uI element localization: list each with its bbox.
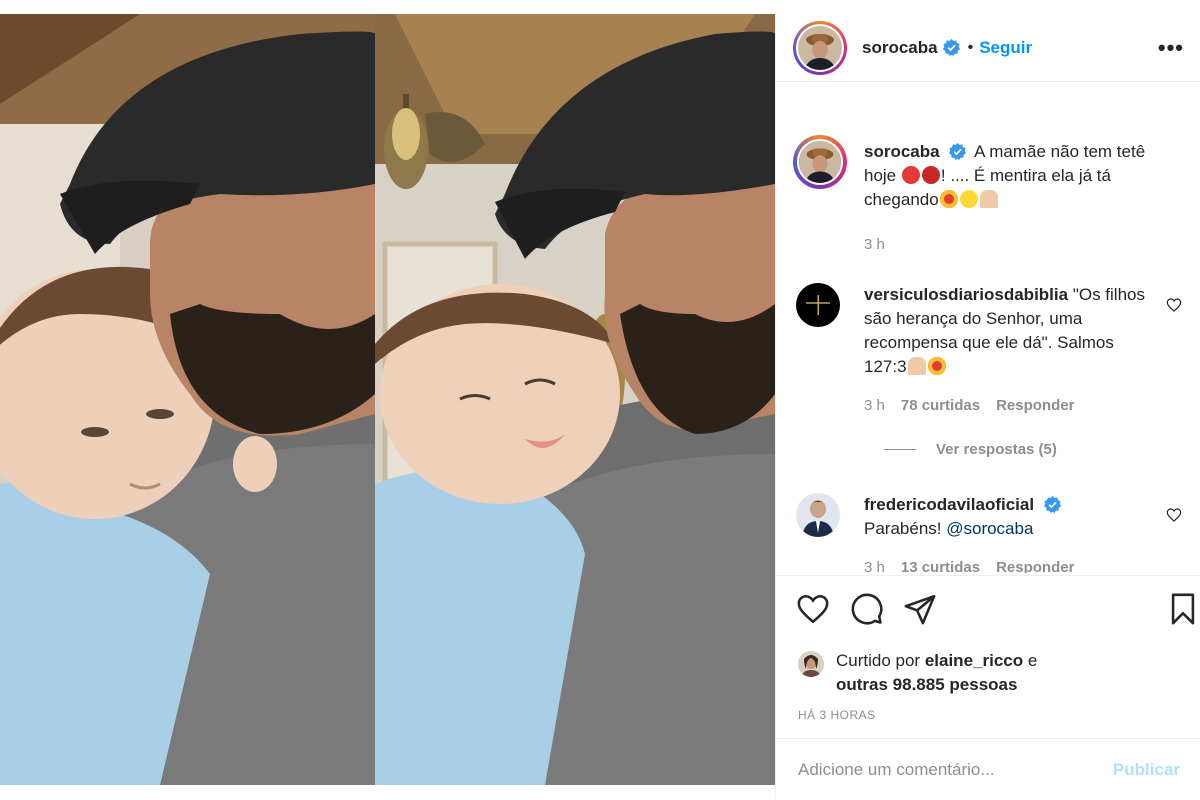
liker-avatar[interactable] <box>798 651 824 677</box>
folded-hands-emoji-icon <box>907 357 926 375</box>
post-panel: sorocaba • Seguir ••• sorocaba A mamãe n… <box>775 14 1200 800</box>
comment-item: fredericodavilaoficial Parabéns! @soroca… <box>796 493 1200 573</box>
comment-body: Parabéns! <box>864 519 947 538</box>
comment-meta: 3 h 13 curtidas Responder <box>864 559 1074 573</box>
heart-eyes-emoji-icon <box>927 357 946 375</box>
liker-username[interactable]: elaine_ricco <box>925 651 1023 670</box>
comment-icon[interactable] <box>850 592 884 626</box>
follow-button[interactable]: Seguir <box>979 38 1032 58</box>
likes-summary: Curtido por elaine_ricco e outras 98.885… <box>798 649 1180 697</box>
comment-composer: Publicar <box>776 738 1200 800</box>
comments-list[interactable]: sorocaba A mamãe não tem tetê hoje ! ...… <box>776 83 1200 573</box>
verified-badge-icon <box>949 143 967 160</box>
caption-text: sorocaba A mamãe não tem tetê hoje ! ...… <box>864 140 1155 212</box>
photo-right <box>375 14 775 785</box>
likes-text: Curtido por elaine_ricco e outras 98.885… <box>836 649 1180 697</box>
comment-time: 3 h <box>864 397 885 414</box>
heart-eyes-emoji-icon <box>939 190 958 208</box>
caption-username[interactable]: sorocaba <box>864 142 940 161</box>
comment-likes[interactable]: 13 curtidas <box>901 559 980 573</box>
more-options-icon[interactable]: ••• <box>1158 36 1184 59</box>
heart-icon[interactable] <box>796 592 830 626</box>
comment-likes[interactable]: 78 curtidas <box>901 397 980 414</box>
reply-button[interactable]: Responder <box>996 397 1074 414</box>
like-comment-heart-icon[interactable] <box>1166 507 1182 523</box>
paper-plane-icon[interactable] <box>903 592 937 626</box>
comment-item: versiculosdiariosdabiblia "Os filhos são… <box>796 283 1200 463</box>
mention-link[interactable]: @sorocaba <box>946 519 1033 538</box>
reply-button[interactable]: Responder <box>996 559 1074 573</box>
folded-hands-emoji-icon <box>979 190 998 208</box>
laughing-emoji-icon <box>959 190 978 208</box>
post-media[interactable] <box>0 14 775 785</box>
caption-avatar-image <box>797 139 843 185</box>
replies-divider <box>884 449 916 450</box>
comment-username[interactable]: fredericodavilaoficial <box>864 495 1034 514</box>
caption-time: 3 h <box>864 236 885 253</box>
comment-text: versiculosdiariosdabiblia "Os filhos são… <box>864 283 1155 379</box>
post-header: sorocaba • Seguir ••• <box>776 14 1200 82</box>
angry-face-emoji-icon <box>901 166 920 184</box>
publish-button[interactable]: Publicar <box>1113 760 1180 780</box>
photo-left <box>0 14 375 785</box>
view-replies-label: Ver respostas (5) <box>936 441 1057 458</box>
author-avatar-image <box>798 25 842 70</box>
post-actions: Curtido por elaine_ricco e outras 98.885… <box>776 575 1200 800</box>
caption: sorocaba A mamãe não tem tetê hoje ! ...… <box>793 135 1200 278</box>
comment-avatar[interactable] <box>796 283 840 327</box>
bookmark-icon[interactable] <box>1166 592 1200 626</box>
action-icons <box>796 592 1200 628</box>
view-replies-button[interactable]: Ver respostas (5) <box>884 441 1057 458</box>
comment-text: fredericodavilaoficial Parabéns! @soroca… <box>864 493 1155 541</box>
comment-time: 3 h <box>864 559 885 573</box>
author-avatar[interactable] <box>793 20 847 75</box>
add-comment-input[interactable] <box>798 759 1113 780</box>
verified-badge-icon <box>942 39 960 56</box>
author-username[interactable]: sorocaba <box>862 38 938 58</box>
like-comment-heart-icon[interactable] <box>1166 297 1182 313</box>
comment-username[interactable]: versiculosdiariosdabiblia <box>864 285 1068 304</box>
comment-avatar[interactable] <box>796 493 840 537</box>
likes-others[interactable]: outras 98.885 pessoas <box>836 675 1017 694</box>
verified-badge-icon <box>1043 496 1061 513</box>
likes-mid: e <box>1023 651 1038 670</box>
likes-prefix: Curtido por <box>836 651 925 670</box>
caption-avatar[interactable] <box>793 135 847 189</box>
post-timestamp[interactable]: HÁ 3 HORAS <box>798 708 876 722</box>
caption-meta: 3 h <box>864 236 885 253</box>
header-separator: • <box>967 38 974 56</box>
cursing-face-emoji-icon <box>921 166 940 184</box>
comment-meta: 3 h 78 curtidas Responder <box>864 397 1074 414</box>
